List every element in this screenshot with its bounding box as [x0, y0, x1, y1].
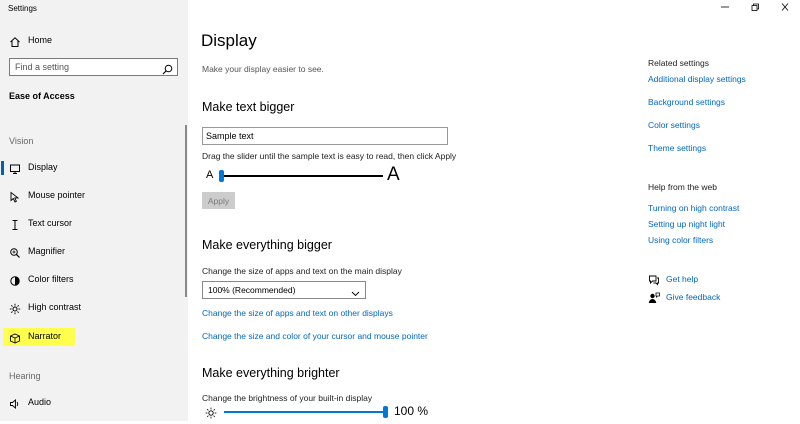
- sidebar-item-label: Home: [28, 35, 53, 45]
- sidebar-item-high-contrast[interactable]: High contrast: [0, 297, 188, 319]
- sidebar-item-narrator[interactable]: Narrator: [0, 326, 188, 348]
- small-a-glyph: A: [206, 169, 214, 181]
- narrator-icon: [9, 331, 21, 344]
- restore-icon: [751, 3, 759, 11]
- home-icon: [9, 35, 21, 47]
- link-additional-display-settings[interactable]: Additional display settings: [648, 74, 746, 84]
- slider-thumb[interactable]: [383, 406, 388, 418]
- speaker-icon: [9, 397, 21, 409]
- scale-description: Change the size of apps and text on the …: [202, 266, 402, 276]
- brightness-value: 100 %: [394, 404, 429, 418]
- scale-selected-value: 100% (Recommended): [208, 285, 296, 295]
- scale-dropdown[interactable]: 100% (Recommended): [202, 281, 366, 299]
- link-high-contrast-help[interactable]: Turning on high contrast: [648, 203, 739, 213]
- sidebar-item-label: Text cursor: [28, 218, 73, 228]
- minimize-icon: [721, 6, 729, 8]
- sidebar-item-label: High contrast: [28, 302, 82, 312]
- get-help-link[interactable]: Get help: [666, 274, 698, 284]
- section-title: Ease of Access: [9, 91, 75, 101]
- sidebar-item-label: Audio: [28, 397, 52, 407]
- section-heading-everything-bigger: Make everything bigger: [202, 238, 332, 252]
- sidebar-item-display[interactable]: Display: [0, 157, 188, 179]
- link-cursor-size[interactable]: Change the size and color of your cursor…: [202, 331, 428, 341]
- section-heading-everything-brighter: Make everything brighter: [202, 366, 340, 380]
- sidebar-item-text-cursor[interactable]: Text cursor: [0, 213, 188, 235]
- link-color-filters-help[interactable]: Using color filters: [648, 235, 713, 245]
- sidebar-item-audio[interactable]: Audio: [0, 392, 188, 414]
- link-night-light-help[interactable]: Setting up night light: [648, 219, 725, 229]
- link-color-settings[interactable]: Color settings: [648, 120, 700, 130]
- group-label-vision: Vision: [9, 136, 34, 146]
- mouse-pointer-icon: [9, 190, 21, 203]
- get-help-icon: [648, 273, 660, 291]
- link-other-displays[interactable]: Change the size of apps and text on othe…: [202, 308, 393, 318]
- page-subtitle: Make your display easier to see.: [202, 64, 324, 74]
- window-title: Settings: [8, 4, 37, 13]
- sidebar-item-label: Display: [28, 162, 58, 172]
- slider-track: [219, 175, 383, 177]
- magnifier-icon: [9, 246, 21, 258]
- related-settings-title: Related settings: [648, 58, 709, 68]
- monitor-icon: [9, 162, 21, 174]
- sidebar-scrollbar[interactable]: [185, 125, 187, 297]
- group-label-hearing: Hearing: [9, 371, 41, 381]
- brightness-description: Change the brightness of your built-in d…: [202, 393, 373, 403]
- sidebar-item-home[interactable]: Home: [0, 30, 188, 52]
- link-theme-settings[interactable]: Theme settings: [648, 143, 706, 153]
- search-field[interactable]: [9, 58, 178, 76]
- sidebar: Settings Home Ease of Access Vision Disp…: [0, 0, 188, 421]
- chevron-down-icon: [351, 285, 360, 297]
- sidebar-item-color-filters[interactable]: Color filters: [0, 269, 188, 291]
- selection-indicator: [1, 161, 4, 175]
- sidebar-item-label: Narrator: [28, 331, 62, 341]
- give-feedback-link[interactable]: Give feedback: [666, 292, 720, 302]
- large-a-glyph: A: [387, 164, 400, 185]
- text-cursor-icon: [9, 218, 21, 230]
- color-filters-icon: [9, 274, 21, 286]
- apply-button[interactable]: Apply: [202, 192, 235, 209]
- link-background-settings[interactable]: Background settings: [648, 97, 725, 107]
- brightness-slider[interactable]: [224, 405, 388, 419]
- slider-fill: [224, 411, 388, 413]
- sidebar-item-magnifier[interactable]: Magnifier: [0, 241, 188, 263]
- text-size-instruction: Drag the slider until the sample text is…: [202, 151, 457, 161]
- minimize-button[interactable]: [710, 0, 740, 14]
- feedback-icon: [648, 291, 660, 309]
- sidebar-item-label: Color filters: [28, 274, 74, 284]
- sidebar-item-label: Mouse pointer: [28, 190, 86, 200]
- restore-button[interactable]: [740, 0, 770, 14]
- sidebar-item-mouse-pointer[interactable]: Mouse pointer: [0, 185, 188, 207]
- close-icon: [781, 3, 789, 11]
- sample-text-field[interactable]: [202, 127, 448, 145]
- text-size-slider[interactable]: [219, 169, 383, 183]
- close-button[interactable]: [770, 0, 800, 14]
- search-input[interactable]: [15, 61, 155, 73]
- help-title: Help from the web: [648, 182, 717, 192]
- brightness-icon: [205, 406, 217, 424]
- high-contrast-icon: [9, 302, 21, 315]
- sidebar-item-label: Magnifier: [28, 246, 66, 256]
- search-icon[interactable]: [162, 62, 173, 80]
- page-title: Display: [201, 31, 257, 50]
- section-heading-text-bigger: Make text bigger: [202, 100, 295, 114]
- slider-thumb[interactable]: [219, 170, 224, 182]
- sample-text-input[interactable]: [206, 130, 436, 142]
